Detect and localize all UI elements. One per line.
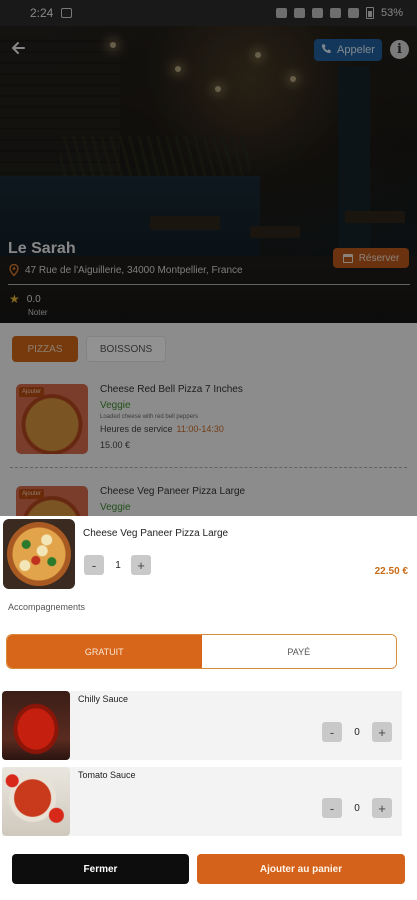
product-badge: Ajouter xyxy=(19,387,45,397)
quantity-decrease-button[interactable]: - xyxy=(84,555,104,575)
product-description: Loaded cheese with red bell peppers xyxy=(100,414,199,420)
side-decrease-button[interactable]: - xyxy=(322,798,342,818)
star-icon: ★ xyxy=(9,292,20,306)
location-pin-icon xyxy=(9,263,19,277)
selected-product-image xyxy=(3,519,75,589)
side-quantity: 0 xyxy=(354,803,360,814)
reserve-button[interactable]: Réserver xyxy=(333,248,409,268)
add-to-cart-sheet: Cheese Veg Paneer Pizza Large - 1 + 22.5… xyxy=(0,516,417,900)
address-text: 47 Rue de l'Aiguillerie, 34000 Montpelli… xyxy=(25,264,243,276)
call-label: Appeler xyxy=(337,44,375,56)
product-image: Ajouter xyxy=(16,384,88,454)
rating[interactable]: ★ 0.0 xyxy=(9,292,41,306)
phone-icon xyxy=(321,43,332,57)
side-decrease-button[interactable]: - xyxy=(322,722,342,742)
calendar-icon xyxy=(342,253,353,263)
side-name: Chilly Sauce xyxy=(78,694,129,704)
status-icons: 53% xyxy=(275,7,403,19)
side-image xyxy=(2,767,70,836)
toggle-paid[interactable]: PAYÉ xyxy=(201,635,396,668)
toggle-free[interactable]: GRATUIT xyxy=(7,635,202,668)
tab-pizzas[interactable]: PIZZAS xyxy=(12,336,78,362)
restaurant-name: Le Sarah xyxy=(8,240,76,257)
restaurant-hero-image xyxy=(0,26,417,323)
product-tag: Veggie xyxy=(100,400,131,411)
side-item-chilly-sauce: Chilly Sauce - 0 + xyxy=(2,691,402,760)
selected-product-title: Cheese Veg Paneer Pizza Large xyxy=(83,528,229,539)
alarm-icon xyxy=(293,8,305,18)
signal-2-icon xyxy=(347,8,359,18)
free-paid-toggle: GRATUIT PAYÉ xyxy=(6,634,397,669)
rating-label[interactable]: Noter xyxy=(28,308,48,317)
gallery-notification-icon xyxy=(61,8,73,18)
mute-icon xyxy=(275,8,287,18)
product-title: Cheese Veg Paneer Pizza Large xyxy=(100,486,246,497)
rating-value: 0.0 xyxy=(26,293,41,305)
side-image xyxy=(2,691,70,760)
product-badge: Ajouter xyxy=(19,489,45,499)
quantity-value: 1 xyxy=(115,560,121,571)
call-button[interactable]: Appeler xyxy=(314,39,382,61)
signal-icon xyxy=(329,8,341,18)
wifi-icon xyxy=(311,8,323,18)
restaurant-address: 47 Rue de l'Aiguillerie, 34000 Montpelli… xyxy=(9,263,243,277)
status-bar: 2:24 53% xyxy=(0,0,417,26)
tab-boissons[interactable]: BOISSONS xyxy=(86,336,166,362)
back-arrow-icon[interactable] xyxy=(9,39,27,57)
side-increase-button[interactable]: + xyxy=(372,798,392,818)
menu-list: PIZZAS BOISSONS Ajouter Cheese Red Bell … xyxy=(0,323,417,523)
status-time: 2:24 xyxy=(30,6,54,20)
info-icon[interactable]: i xyxy=(390,40,409,59)
service-hours-label: Heures de service xyxy=(100,424,173,434)
side-quantity: 0 xyxy=(354,727,360,738)
product-tag: Veggie xyxy=(100,502,131,513)
hero-divider xyxy=(8,284,410,285)
list-item[interactable]: Ajouter Cheese Red Bell Pizza 7 Inches V… xyxy=(16,384,406,464)
side-item-tomato-sauce: Tomato Sauce - 0 + xyxy=(2,767,402,836)
product-price: 15.00 € xyxy=(100,440,131,450)
battery-percent: 53% xyxy=(380,7,403,19)
accompaniments-label: Accompagnements xyxy=(8,602,86,612)
side-name: Tomato Sauce xyxy=(78,770,136,780)
product-title: Cheese Red Bell Pizza 7 Inches xyxy=(100,384,243,395)
side-increase-button[interactable]: + xyxy=(372,722,392,742)
add-to-cart-button[interactable]: Ajouter au panier xyxy=(197,854,405,884)
reserve-label: Réserver xyxy=(358,252,400,264)
selected-product-price: 22.50 € xyxy=(374,566,408,577)
close-button[interactable]: Fermer xyxy=(12,854,189,884)
service-hours-value: 11:00-14:30 xyxy=(176,424,224,434)
service-hours: Heures de service 11:00-14:30 xyxy=(100,424,224,434)
item-divider xyxy=(10,467,407,468)
quantity-increase-button[interactable]: + xyxy=(131,555,151,575)
battery-icon xyxy=(365,7,374,19)
